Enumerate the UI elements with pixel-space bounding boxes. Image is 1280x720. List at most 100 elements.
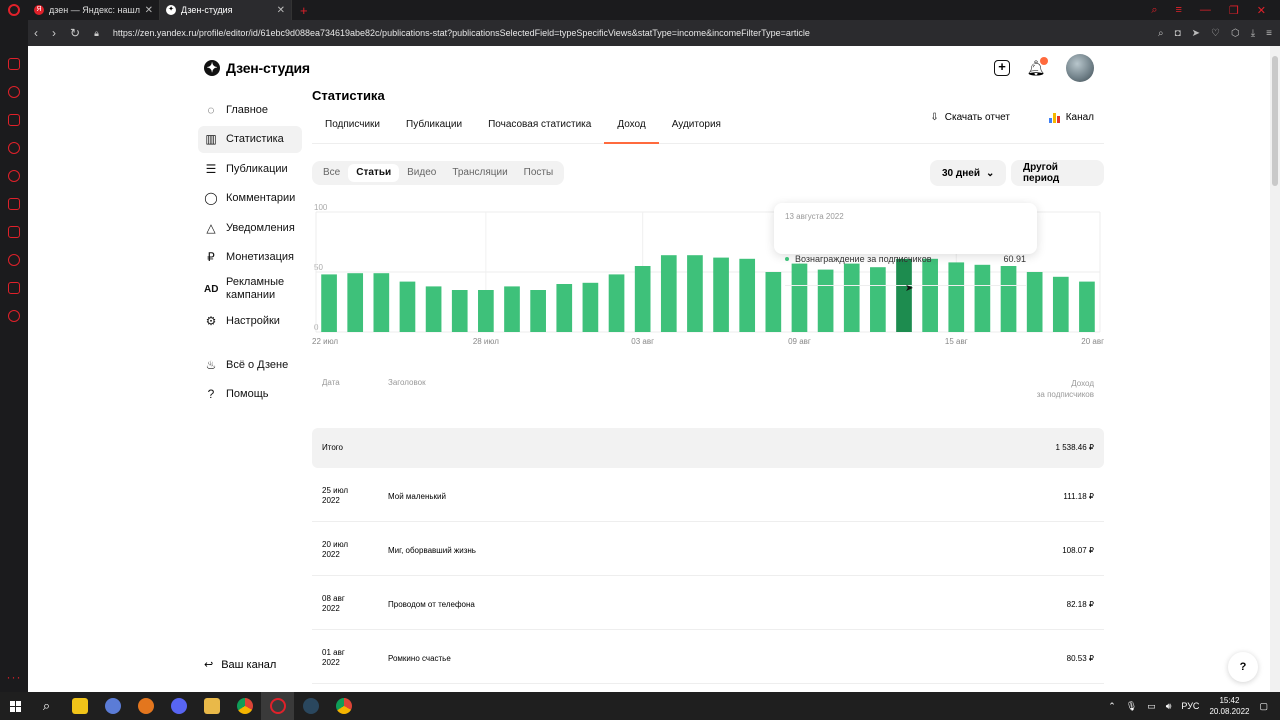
- discord-icon: [170, 698, 187, 714]
- chart-bar: [478, 290, 494, 332]
- gamepad-icon[interactable]: [8, 58, 20, 70]
- clock-time: 15:42: [1219, 696, 1240, 705]
- table-row[interactable]: 20 июл 2022 Миг, оборвавший жизнь 108.07…: [312, 522, 1104, 576]
- tab-hourly[interactable]: Почасовая статистика: [475, 110, 604, 143]
- maximize-icon[interactable]: ❐: [1229, 4, 1239, 17]
- sidebar-item-statistics[interactable]: ▥ Статистика: [198, 125, 302, 153]
- cube-icon[interactable]: ⬡: [1231, 28, 1240, 39]
- network-icon[interactable]: ▭: [1147, 701, 1156, 712]
- close-tab-icon[interactable]: ✕: [145, 5, 153, 16]
- url-field[interactable]: https://zen.yandex.ru/profile/editor/id/…: [113, 28, 810, 38]
- forward-icon[interactable]: ›: [52, 26, 56, 40]
- col-income[interactable]: Доход за подписчиков: [1037, 378, 1094, 400]
- microphone-icon[interactable]: 🎙︎: [1126, 701, 1137, 712]
- start-button[interactable]: [0, 692, 30, 720]
- taskbar-app-orange[interactable]: [129, 692, 162, 720]
- filter-articles[interactable]: Статьи: [348, 164, 400, 182]
- close-window-icon[interactable]: ✕: [1257, 4, 1266, 17]
- taskbar-app-chrome-2[interactable]: [327, 692, 360, 720]
- search-icon[interactable]: ⌕: [30, 692, 63, 720]
- tab-income[interactable]: Доход: [604, 110, 660, 144]
- camera-icon[interactable]: ◘: [1175, 28, 1181, 39]
- taskbar-app-store[interactable]: [63, 692, 96, 720]
- y-tick-label: 100: [314, 203, 328, 212]
- opera-logo-icon[interactable]: [0, 0, 28, 20]
- taskbar-app-explorer[interactable]: [195, 692, 228, 720]
- messenger-icon[interactable]: [8, 142, 20, 154]
- menu-icon[interactable]: ≡: [1266, 28, 1272, 39]
- help-floating-button[interactable]: ?: [1228, 652, 1258, 682]
- search-icon[interactable]: ⌕: [1151, 4, 1157, 17]
- settings-icon[interactable]: [8, 310, 20, 322]
- download-report-button[interactable]: ⇩ Скачать отчет: [930, 112, 1010, 123]
- taskbar-app-steam[interactable]: [294, 692, 327, 720]
- col-title[interactable]: Заголовок: [388, 378, 426, 387]
- sidebar-item-ad-campaigns[interactable]: AD Рекламные кампании: [198, 273, 302, 305]
- sidebar-item-publications[interactable]: ☰ Публикации: [198, 155, 302, 182]
- sidebar-item-notifications[interactable]: △ Уведомления: [198, 214, 302, 241]
- tab-subscribers[interactable]: Подписчики: [312, 110, 393, 143]
- instagram-icon[interactable]: [8, 226, 20, 238]
- send-icon[interactable]: ➤: [1192, 28, 1200, 39]
- taskbar-app-blue[interactable]: [96, 692, 129, 720]
- chevron-down-icon: ⌄: [986, 167, 995, 179]
- volume-icon[interactable]: 🔊︎: [1166, 701, 1172, 712]
- chart-bar: [582, 282, 599, 332]
- scrollbar-thumb[interactable]: [1272, 56, 1278, 186]
- table-row[interactable]: 08 авг 2022 Проводом от телефона 82.18 ₽: [312, 576, 1104, 630]
- ad-icon: AD: [204, 283, 219, 295]
- close-tab-icon[interactable]: ✕: [277, 5, 285, 16]
- filter-streams[interactable]: Трансляции: [444, 164, 515, 182]
- search-icon[interactable]: ⌕: [1158, 28, 1164, 39]
- tab-publications[interactable]: Публикации: [393, 110, 475, 143]
- chevron-up-icon[interactable]: ⌃: [1108, 701, 1116, 712]
- menu-icon[interactable]: ≡: [1175, 4, 1181, 16]
- taskbar-app-opera[interactable]: [261, 692, 294, 720]
- col-date[interactable]: Дата: [322, 378, 340, 387]
- browser-tab-active[interactable]: ✦ Дзен-студия ✕: [160, 0, 292, 20]
- box-icon[interactable]: [8, 282, 20, 294]
- vk-icon[interactable]: [8, 198, 20, 210]
- page-scrollbar[interactable]: [1270, 46, 1280, 692]
- brand[interactable]: ✦ Дзен-студия: [204, 60, 310, 76]
- taskbar-app-chrome[interactable]: [228, 692, 261, 720]
- other-period-button[interactable]: Другой период: [1011, 160, 1104, 186]
- chart-bar: [765, 272, 782, 332]
- download-icon[interactable]: ⤓: [1251, 28, 1255, 39]
- bag-icon[interactable]: [8, 114, 20, 126]
- browser-tab[interactable]: Я дзен — Яндекс: нашлось ✕: [28, 0, 160, 20]
- row-title: Ромкино счастье: [388, 654, 451, 663]
- sidebar-item-settings[interactable]: ⚙ Настройки: [198, 308, 302, 335]
- notifications-button[interactable]: 🔔︎: [1026, 57, 1048, 78]
- sidebar-item-about-zen[interactable]: ♨ Всё о Дзене: [198, 351, 302, 378]
- create-button[interactable]: +: [992, 58, 1012, 78]
- back-icon[interactable]: ‹: [34, 26, 38, 40]
- sidebar-item-monetization[interactable]: ₽ Монетизация: [198, 244, 302, 271]
- reload-icon[interactable]: ↻: [70, 26, 80, 40]
- sidebar-item-main[interactable]: ◌ Главное: [198, 96, 302, 123]
- new-tab-icon[interactable]: +: [300, 3, 308, 18]
- sidebar-item-comments[interactable]: ◯ Комментарии: [198, 185, 302, 212]
- heart-icon[interactable]: ♡: [1211, 28, 1220, 39]
- filter-video[interactable]: Видео: [399, 164, 444, 182]
- your-channel-link[interactable]: ↩ Ваш канал: [204, 658, 276, 672]
- table-row[interactable]: 25 июл 2022 Мой маленький 111.18 ₽: [312, 468, 1104, 522]
- taskbar-app-discord[interactable]: [162, 692, 195, 720]
- period-select[interactable]: 30 дней ⌄: [930, 160, 1007, 186]
- clock[interactable]: 15:42 20.08.2022: [1209, 695, 1249, 717]
- minimize-icon[interactable]: —: [1200, 4, 1211, 16]
- filter-all[interactable]: Все: [315, 164, 348, 182]
- tab-audience[interactable]: Аудитория: [659, 110, 734, 143]
- more-icon[interactable]: ···: [7, 670, 22, 684]
- channel-button[interactable]: Канал: [1048, 112, 1094, 123]
- avatar[interactable]: [1066, 54, 1094, 82]
- whatsapp-icon[interactable]: [8, 170, 20, 182]
- notification-center-icon[interactable]: ▢: [1259, 701, 1268, 712]
- table-row[interactable]: 01 авг 2022 Ромкино счастье 80.53 ₽: [312, 630, 1104, 684]
- filter-posts[interactable]: Посты: [516, 164, 562, 182]
- player-icon[interactable]: [8, 254, 20, 266]
- sidebar-item-help[interactable]: ? Помощь: [198, 381, 302, 408]
- language-indicator[interactable]: РУС: [1181, 701, 1199, 711]
- speed-dial-icon[interactable]: [8, 86, 20, 98]
- opera-icon: [269, 698, 286, 714]
